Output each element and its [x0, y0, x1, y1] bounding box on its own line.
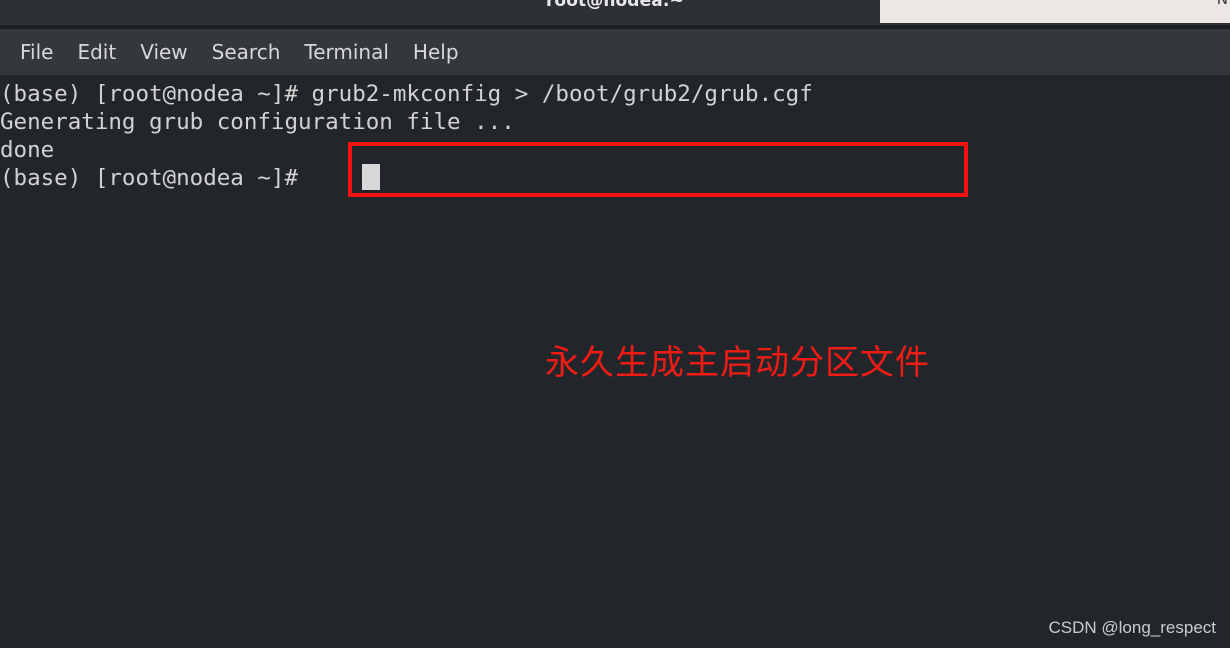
terminal-cursor	[362, 164, 380, 190]
terminal-line: (base) [root@nodea ~]#	[0, 165, 312, 191]
overlay-panel: N	[880, 0, 1230, 23]
menu-item-view[interactable]: View	[128, 38, 199, 66]
menu-item-help[interactable]: Help	[401, 38, 471, 66]
terminal-line: (base) [root@nodea ~]# grub2-mkconfig > …	[0, 81, 813, 107]
terminal-window: root@nodea:~ N File Edit View Search Ter…	[0, 0, 1230, 648]
annotation-note: 永久生成主启动分区文件	[545, 343, 930, 383]
terminal-line: done	[0, 137, 55, 163]
menu-bar: File Edit View Search Terminal Help	[0, 29, 1230, 75]
menu-item-search[interactable]: Search	[200, 38, 293, 66]
menu-item-file[interactable]: File	[8, 38, 65, 66]
terminal-output-area[interactable]: (base) [root@nodea ~]# grub2-mkconfig > …	[0, 75, 1230, 648]
menu-item-terminal[interactable]: Terminal	[292, 38, 401, 66]
terminal-line: Generating grub configuration file ...	[0, 109, 515, 135]
command-highlight-box	[348, 142, 968, 197]
watermark: CSDN @long_respect	[1048, 618, 1217, 637]
menu-item-edit[interactable]: Edit	[65, 38, 128, 66]
overlay-panel-mark: N	[1217, 0, 1228, 8]
